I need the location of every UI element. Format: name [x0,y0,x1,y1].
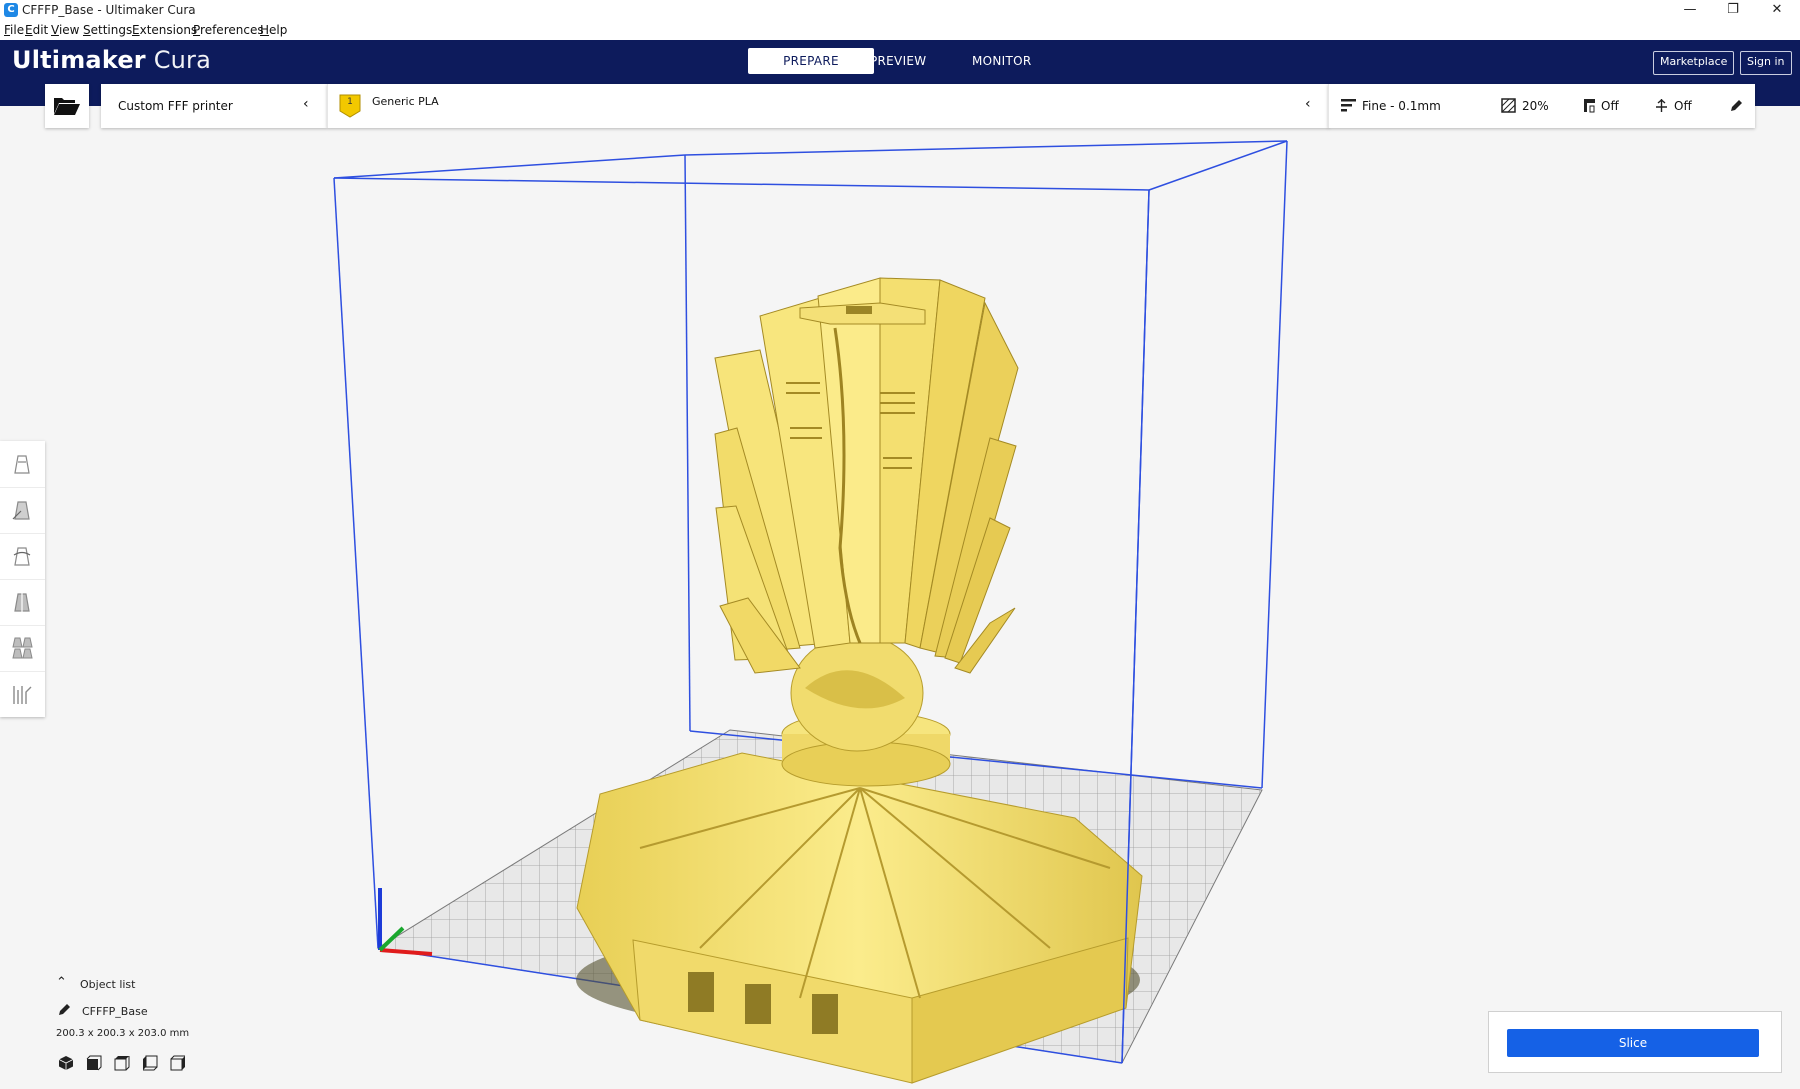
support-value: Off [1601,99,1619,113]
per-model-settings-button[interactable] [0,625,45,672]
menu-bar: File Edit View Settings Extensions Prefe… [0,22,1800,40]
3d-viewport[interactable] [0,128,1800,1085]
right-view-icon[interactable] [170,1055,186,1071]
menu-extensions[interactable]: Extensions [132,23,197,37]
object-dimensions: 200.3 x 200.3 x 203.0 mm [56,1028,190,1039]
sign-in-button[interactable]: Sign in [1740,51,1792,75]
mirror-tool-icon [14,592,30,612]
scale-tool-icon [12,501,30,520]
camera-view-buttons [58,1055,228,1073]
window-title: CFFFP_Base - Ultimaker Cura [22,3,196,17]
adhesion-value: Off [1674,99,1692,113]
profile-name: Fine - 0.1mm [1362,99,1441,113]
object-name[interactable]: CFFFP_Base [82,1005,148,1018]
move-tool-button[interactable] [0,441,45,488]
menu-help[interactable]: Help [260,23,287,37]
ultimaker-cura-logo: Ultimaker Cura [12,46,212,74]
extruder-number: 1 [347,97,353,107]
move-tool-icon [14,455,30,474]
left-view-icon[interactable] [142,1055,158,1071]
slice-button[interactable]: Slice [1507,1029,1759,1057]
pencil-icon [1731,100,1742,111]
infill-icon [1501,98,1516,113]
rotate-tool-button[interactable] [0,533,45,580]
tab-preview[interactable]: PREVIEW [848,48,948,74]
printer-name: Custom FFF printer [118,99,233,113]
menu-edit[interactable]: Edit [25,23,48,37]
infill-value: 20% [1522,99,1549,113]
adhesion-icon [1656,99,1667,112]
support-icon [1584,99,1595,113]
object-list-toggle[interactable]: Object list [80,978,135,991]
front-view-icon[interactable] [86,1055,102,1071]
tab-monitor[interactable]: MONITOR [950,48,1054,74]
build-volume-scene [333,140,1288,1084]
scale-tool-button[interactable] [0,487,45,534]
material-selector[interactable]: 1 Generic PLA ‹ [327,84,1329,128]
chevron-left-icon: ‹ [1305,96,1311,112]
material-name: Generic PLA [372,95,439,108]
3d-model[interactable] [576,634,1143,1084]
tool-strip [0,441,45,717]
printer-selector[interactable]: Custom FFF printer ‹ [101,84,327,128]
3d-model-fan[interactable] [714,277,1019,674]
object-list-panel: ⌃ Object list CFFFP_Base 200.3 x 200.3 x… [52,975,312,1080]
folder-open-icon [54,98,80,115]
pencil-icon[interactable] [57,1003,71,1017]
top-view-icon[interactable] [114,1055,130,1071]
menu-settings[interactable]: Settings [83,23,132,37]
menu-view[interactable]: View [51,23,79,37]
marketplace-button[interactable]: Marketplace [1653,51,1735,75]
chevron-left-icon: ‹ [303,96,309,112]
mirror-tool-button[interactable] [0,579,45,626]
maximize-button[interactable]: ❐ [1710,0,1756,22]
menu-preferences[interactable]: Preferences [193,23,264,37]
minimize-button[interactable]: — [1667,0,1713,22]
close-button[interactable]: ✕ [1754,0,1800,22]
cura-app-icon: C [4,3,18,17]
rotate-tool-icon [13,547,31,566]
window-titlebar: C CFFFP_Base - Ultimaker Cura — ❐ ✕ [0,0,1800,22]
print-settings-selector[interactable]: Fine - 0.1mm 20% Off Off [1328,84,1755,128]
support-blocker-button[interactable] [0,671,45,717]
support-blocker-icon [13,686,32,704]
chevron-up-icon[interactable]: ⌃ [56,975,67,990]
per-model-settings-icon [12,637,33,659]
slice-panel: Slice [1488,1011,1782,1073]
open-file-button[interactable] [45,84,89,128]
3d-view-icon[interactable] [58,1055,74,1071]
menu-file[interactable]: File [4,23,24,37]
profile-icon [1341,99,1356,112]
